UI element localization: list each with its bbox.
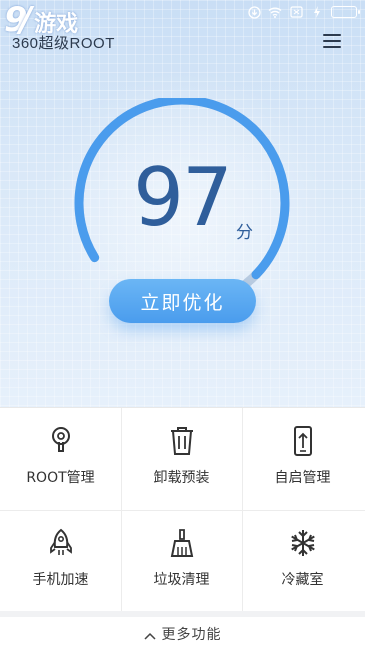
score-unit: 分 [236, 223, 253, 243]
feature-freezer[interactable]: 冷藏室 [242, 510, 363, 612]
feature-label: 卸载预装 [153, 470, 210, 486]
feature-junk-clean[interactable]: 垃圾清理 [121, 510, 242, 612]
feature-uninstall-preinstalled[interactable]: 卸载预装 [121, 408, 242, 510]
charge-icon [310, 5, 324, 19]
rocket-icon [46, 528, 76, 558]
more-features-button[interactable]: 更多功能 [0, 617, 365, 650]
battery-icon [331, 6, 360, 18]
keyhole-icon [46, 426, 76, 456]
optimize-button[interactable]: 立即优化 [109, 279, 256, 323]
feature-label: 冷藏室 [281, 572, 324, 588]
watermark-swoosh-icon: / [19, 0, 33, 40]
sim-icon [289, 5, 303, 19]
feature-label: 垃圾清理 [153, 572, 210, 588]
download-icon [247, 5, 261, 19]
feature-root-manage[interactable]: ROOT管理 [0, 408, 121, 510]
watermark-text: 游戏 [34, 12, 79, 37]
chevron-up-icon [143, 628, 156, 640]
broom-icon [167, 528, 197, 558]
phone-upload-icon [288, 426, 318, 456]
trash-icon [167, 426, 197, 456]
feature-autostart-manage[interactable]: 自启管理 [242, 408, 363, 510]
wifi-icon [268, 5, 282, 19]
feature-grid: ROOT管理 卸载预装 自启管理 手机加速 垃圾清理 冷藏室 [0, 407, 365, 612]
more-features-label: 更多功能 [161, 626, 222, 643]
feature-label: 自启管理 [274, 470, 331, 486]
watermark-logo: 9 / 游戏 [4, 0, 78, 40]
score-value: 97 [133, 151, 233, 244]
status-icons [247, 5, 360, 19]
feature-phone-speedup[interactable]: 手机加速 [0, 510, 121, 612]
snowflake-icon [288, 528, 318, 558]
hamburger-menu-icon[interactable] [323, 34, 341, 48]
feature-label: ROOT管理 [26, 470, 95, 486]
feature-label: 手机加速 [32, 572, 89, 588]
